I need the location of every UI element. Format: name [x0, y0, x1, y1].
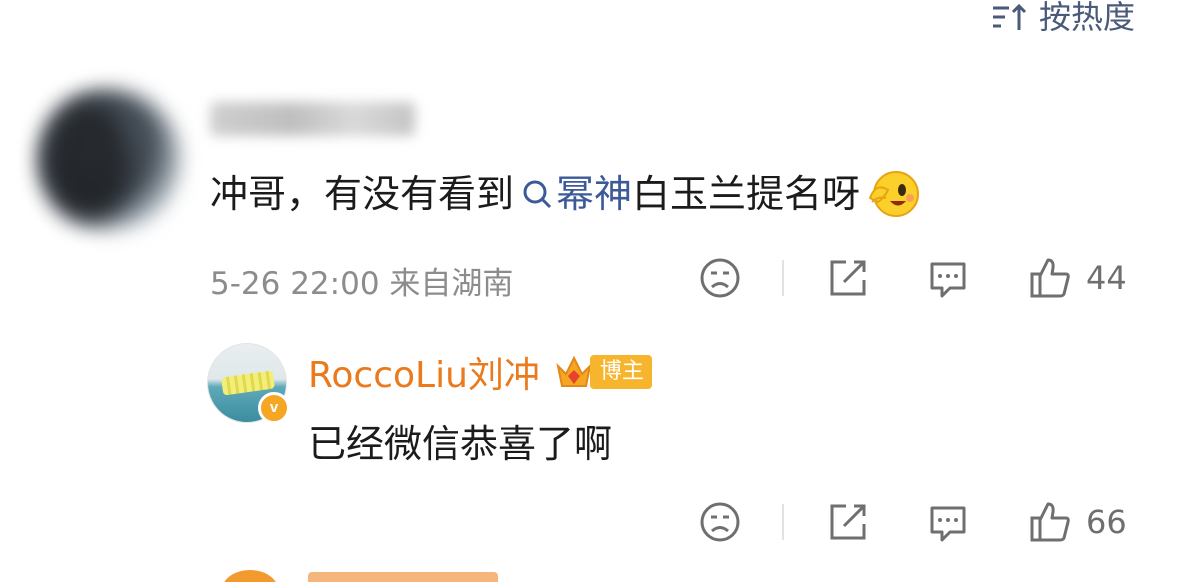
reply-actions: 66: [0, 498, 1179, 546]
share-button[interactable]: [826, 498, 870, 546]
sort-icon: [992, 3, 1027, 30]
frown-face-icon: [700, 502, 740, 542]
blogger-badge: 博主: [589, 355, 652, 389]
search-icon: [523, 180, 552, 209]
dislike-button[interactable]: [698, 498, 742, 546]
like-count: 66: [1086, 503, 1127, 541]
comment-text: 冲哥，有没有看到 幂神 白玉兰提名呀: [210, 168, 922, 220]
thumbs-up-icon: [1030, 502, 1070, 542]
reply-author-name: RoccoLiu刘冲: [308, 355, 540, 396]
reply-text: 已经微信恭喜了啊: [308, 422, 613, 466]
reply-button[interactable]: [926, 254, 970, 302]
comment-bubble-icon: [930, 262, 966, 298]
like-count: 44: [1086, 259, 1127, 297]
frown-face-icon: [700, 258, 740, 298]
commenter-avatar-detail: [44, 100, 134, 220]
share-icon: [830, 260, 866, 296]
blush-wink-emoji-icon: [864, 168, 922, 220]
next-commenter-name[interactable]: [308, 572, 498, 582]
comment-thread: 按热度 冲哥，有没有看到 幂神 白玉兰提名呀 5-26 22:00 来自湖南 4…: [0, 0, 1179, 582]
comment-text-before: 冲哥，有没有看到: [210, 172, 515, 216]
divider: [782, 504, 784, 540]
commenter-name-blurred[interactable]: [210, 102, 415, 136]
divider: [782, 260, 784, 296]
topic-link[interactable]: 幂神: [514, 168, 632, 220]
reply-author[interactable]: RoccoLiu刘冲 博主: [308, 346, 652, 398]
sort-label: 按热度: [1038, 0, 1135, 36]
like-button[interactable]: 44: [1028, 254, 1127, 302]
reply-button[interactable]: [926, 498, 970, 546]
thumbs-up-icon: [1030, 258, 1070, 298]
topic-link-text: 幂神: [556, 172, 633, 216]
comment-bubble-icon: [930, 506, 966, 542]
avatar-float-image: [221, 370, 275, 396]
comment-actions: 44: [0, 254, 1179, 302]
share-icon: [830, 504, 866, 540]
dislike-button[interactable]: [698, 254, 742, 302]
like-button[interactable]: 66: [1028, 498, 1127, 546]
verified-badge-icon: v: [258, 392, 290, 424]
comment-text-after: 白玉兰提名呀: [632, 172, 861, 216]
next-commenter-avatar[interactable]: [222, 570, 278, 582]
share-button[interactable]: [826, 254, 870, 302]
sort-by-hot-button[interactable]: 按热度: [991, 0, 1135, 34]
crown-icon: [556, 355, 592, 387]
